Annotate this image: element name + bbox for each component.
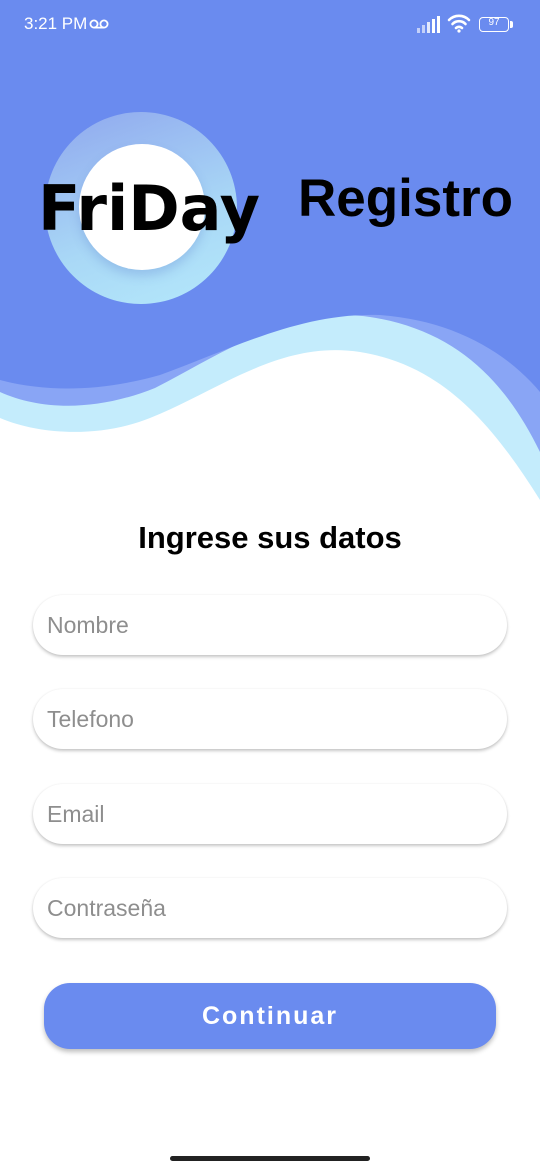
email-field[interactable] — [33, 784, 507, 844]
status-bar: 3:21 PM 97 — [0, 0, 540, 50]
form-heading: Ingrese sus datos — [138, 520, 402, 555]
wifi-icon — [447, 14, 471, 33]
voicemail-icon — [89, 19, 109, 29]
signal-icon — [417, 16, 440, 33]
nombre-field[interactable] — [33, 595, 507, 655]
battery-level: 97 — [488, 17, 500, 28]
home-indicator[interactable] — [170, 1156, 370, 1161]
telefono-input[interactable] — [47, 689, 487, 749]
page-title: Registro — [298, 169, 513, 228]
status-time: 3:21 PM — [24, 14, 88, 33]
email-input[interactable] — [47, 784, 487, 844]
logo-text: FriDay — [38, 172, 261, 245]
nombre-input[interactable] — [47, 595, 487, 655]
contrasena-field[interactable] — [33, 878, 507, 938]
contrasena-input[interactable] — [47, 878, 487, 938]
continue-button[interactable]: Continuar — [44, 983, 496, 1049]
battery-icon: 97 — [479, 17, 509, 32]
telefono-field[interactable] — [33, 689, 507, 749]
battery-tip — [510, 21, 513, 28]
